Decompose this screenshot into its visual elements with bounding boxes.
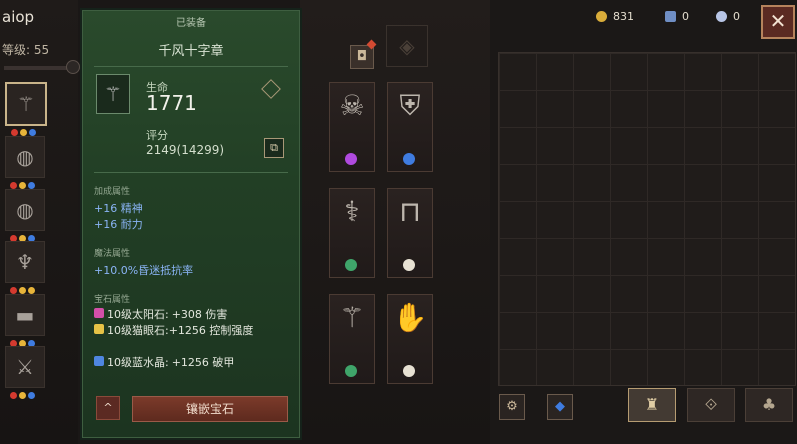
helmet-icon: ☠	[339, 89, 365, 122]
belt-icon: ▬	[15, 303, 35, 327]
socket-dots	[10, 287, 35, 294]
gem-effect: +308 伤害	[171, 308, 228, 321]
item-tooltip: 已装备 千风十字章 ⚚ 生命 1771 评分 2149(14299) ⧉ 加成属…	[80, 8, 302, 440]
gem-effect: +1256 破甲	[171, 356, 235, 369]
collapse-button[interactable]: ^	[96, 396, 120, 420]
tab-materials[interactable]: ⟐	[687, 388, 735, 422]
close-button[interactable]: ✕	[761, 5, 795, 39]
socketed-gem	[345, 259, 357, 271]
ring-slot-1[interactable]: ◍	[5, 136, 45, 189]
inventory-grid[interactable]	[498, 52, 796, 386]
book-icon	[665, 11, 676, 22]
score-label: 评分	[146, 129, 168, 142]
gem-effect: +1256 控制强度	[168, 324, 254, 337]
amulet-icon: ⚚	[17, 92, 35, 116]
amulet-icon: ⚚	[96, 74, 130, 114]
weapon-slot[interactable]: ⚔	[5, 346, 45, 399]
staff-slot[interactable]: ⚚	[329, 294, 375, 384]
settings-gear-button[interactable]: ⚙	[499, 394, 525, 420]
pants-icon: ⊓	[399, 195, 421, 228]
gem-name: 10级蓝水晶:	[107, 356, 169, 369]
chest-armor-icon: ⛨	[399, 89, 421, 122]
gem-line: 10级太阳石: +308 伤害	[94, 306, 227, 322]
divider	[94, 172, 288, 173]
legs-slot[interactable]: ⊓	[387, 188, 433, 278]
helmet-slot[interactable]: ☠	[329, 82, 375, 172]
expand-handle[interactable]	[66, 60, 80, 74]
shoulder-slot[interactable]: ⚕	[329, 188, 375, 278]
diamond-icon	[261, 79, 281, 99]
gold-amount: 831	[613, 10, 634, 23]
book-amount: 0	[682, 10, 689, 23]
socket-dots	[10, 182, 35, 189]
ring-slot-2[interactable]: ◍	[5, 189, 45, 242]
score-value: 2149(14299)	[146, 143, 225, 157]
compare-button[interactable]: ⧉	[264, 138, 284, 158]
gem-section-title: 宝石属性	[94, 295, 131, 305]
amulet-slot[interactable]: ⚚	[5, 82, 47, 136]
orb-icon	[716, 11, 727, 22]
socket-dots	[11, 129, 36, 136]
magic-attr: +10.0%昏迷抵抗率	[94, 264, 194, 277]
gloves-slot[interactable]: ✋	[387, 294, 433, 384]
socket-dots	[10, 392, 35, 399]
orb-amount: 0	[733, 10, 740, 23]
book-currency: 0	[665, 10, 689, 23]
socketed-gem	[403, 259, 415, 271]
gem-name: 10级太阳石:	[107, 308, 169, 321]
chest-slot[interactable]: ⛨	[387, 82, 433, 172]
tab-equipment[interactable]: ♜	[628, 388, 676, 422]
gem-text: 10级猫眼石:+1256 控制强度	[107, 322, 294, 338]
socketed-gem	[403, 153, 415, 165]
divider	[94, 66, 288, 67]
gem-line: 10级猫眼石:+1256 控制强度	[94, 322, 294, 338]
bonus-section-title: 加成属性	[94, 187, 131, 197]
sunstone-icon	[94, 308, 104, 318]
equipped-status: 已装备	[176, 18, 206, 29]
xp-bar	[4, 66, 74, 70]
player-name: aiop	[2, 8, 35, 26]
gold-coin-icon	[596, 11, 607, 22]
ring-icon: ◍	[16, 145, 34, 169]
staff-icon: ⚚	[339, 301, 365, 334]
stat-value: 1771	[146, 91, 197, 115]
orb-currency: 0	[716, 10, 740, 23]
bonus-attr: +16 精神	[94, 202, 143, 215]
gem-button[interactable]: ◆	[547, 394, 573, 420]
socketed-gem	[345, 153, 357, 165]
item-name: 千风十字章	[158, 44, 224, 59]
weapon-icon: ⚔	[16, 355, 34, 379]
offhand-icon: ♆	[16, 250, 34, 274]
shoulder-icon: ⚕	[344, 195, 360, 228]
bonus-attr: +16 耐力	[94, 218, 143, 231]
empty-slot[interactable]: ◈	[386, 25, 428, 67]
gem-line: 10级蓝水晶: +1256 破甲	[94, 354, 234, 370]
cats-eye-icon	[94, 324, 104, 334]
gold-currency: 831	[596, 10, 634, 23]
ring-icon: ◍	[16, 198, 34, 222]
tab-bag[interactable]: ♣	[745, 388, 793, 422]
belt-slot[interactable]: ▬	[5, 294, 45, 347]
offhand-slot[interactable]: ♆	[5, 241, 45, 294]
player-level: 等级: 55	[2, 43, 50, 57]
socketed-gem	[345, 365, 357, 377]
gem-name: 10级猫眼石:	[107, 324, 169, 337]
socket-gem-button[interactable]: 镶嵌宝石	[132, 396, 288, 422]
socketed-gem	[403, 365, 415, 377]
sapphire-icon	[94, 356, 104, 366]
gloves-icon: ✋	[392, 301, 428, 334]
magic-section-title: 魔法属性	[94, 249, 131, 259]
